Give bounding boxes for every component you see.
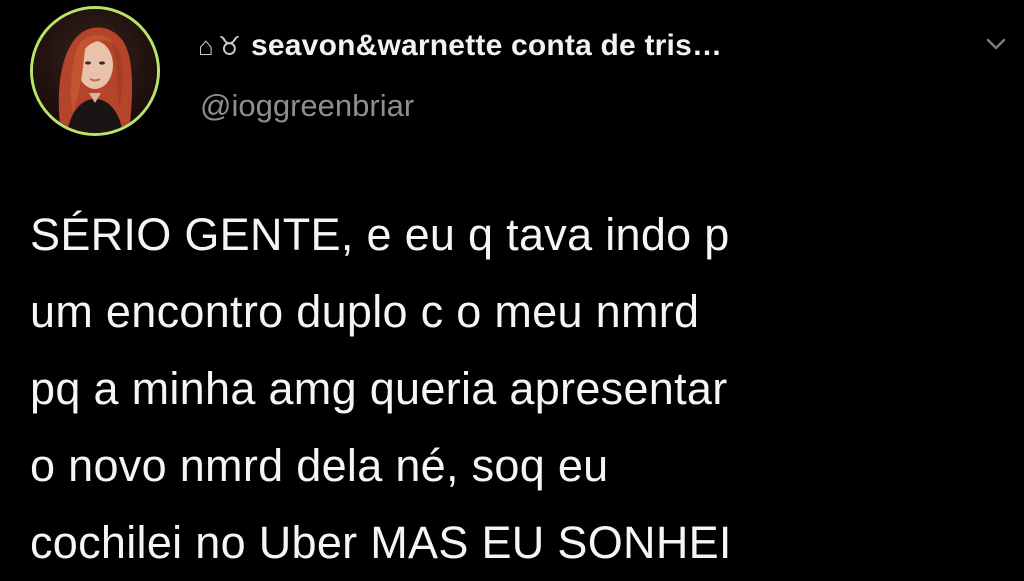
taurus-icon: ♉: [217, 31, 242, 61]
tweet-header: ⌂ ♉ seavon&warnette conta de tris… @iogg…: [198, 22, 1006, 142]
tweet-text-line: um encontro duplo c o meu nmrd: [30, 286, 700, 337]
tweet-text: SÉRIO GENTE, e eu q tava indo p um encon…: [30, 196, 1010, 581]
avatar[interactable]: [30, 6, 160, 136]
tweet-text-line: o novo nmrd dela né, soq eu: [30, 440, 609, 491]
tweet-text-line: cochilei no Uber MAS EU SONHEI: [30, 517, 732, 568]
name-row[interactable]: ⌂ ♉ seavon&warnette conta de tris…: [198, 22, 722, 70]
tweet-text-line: pq a minha amg queria apresentar: [30, 363, 728, 414]
chevron-down-icon[interactable]: [984, 34, 1008, 54]
avatar-portrait-icon: [33, 9, 157, 133]
user-handle[interactable]: @ioggreenbriar: [200, 88, 414, 124]
tweet-text-line: SÉRIO GENTE, e eu q tava indo p: [30, 209, 730, 260]
house-icon: ⌂: [198, 31, 214, 61]
tweet-card: ⌂ ♉ seavon&warnette conta de tris… @iogg…: [0, 0, 1024, 568]
display-name[interactable]: seavon&warnette conta de tris…: [251, 29, 722, 63]
